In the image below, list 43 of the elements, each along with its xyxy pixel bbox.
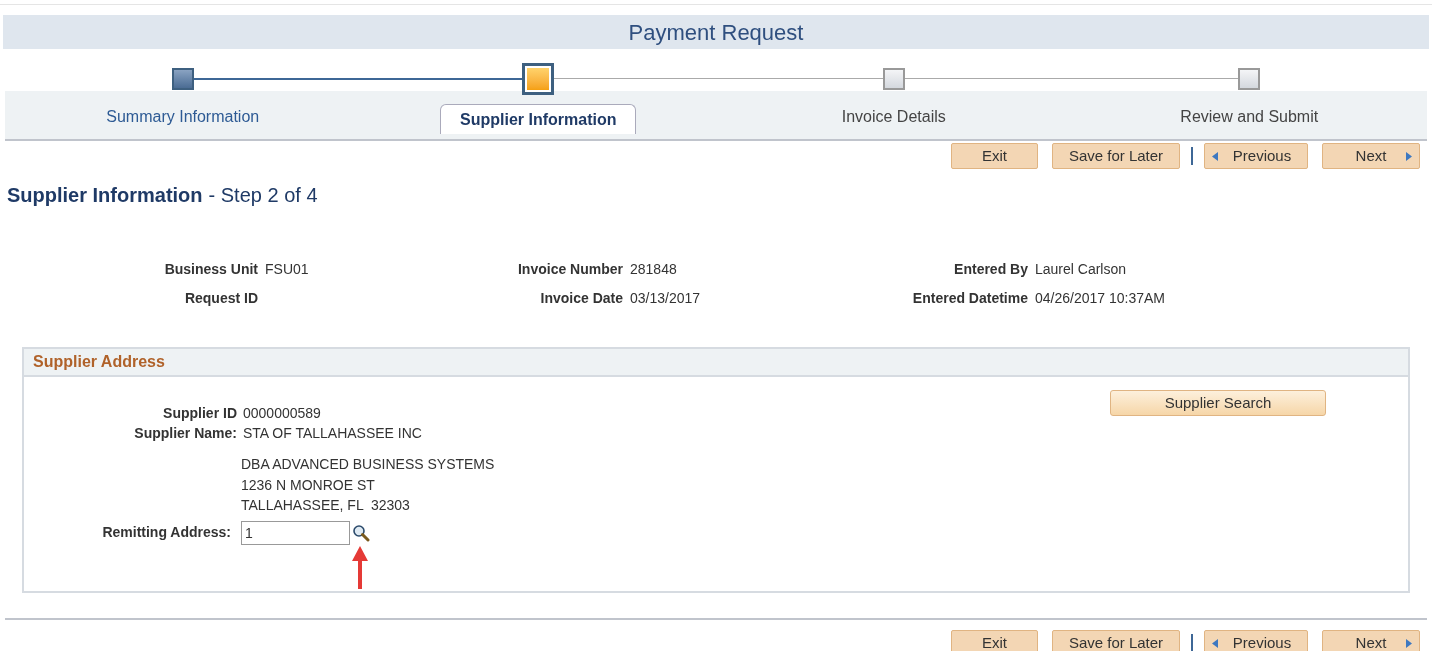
previous-button[interactable]: Previous (1204, 630, 1308, 651)
action-button[interactable]: Save for Later (1052, 143, 1180, 169)
field-value: STA OF TALLAHASSEE INC (243, 424, 422, 443)
right-triangle-icon (1406, 152, 1412, 161)
field-value: Laurel Carlson (1035, 260, 1128, 279)
field-label: Remitting Address: (101, 523, 231, 542)
page-title: Payment Request (3, 15, 1429, 49)
step-counter: - Step 2 of 4 (208, 183, 318, 208)
field-label: Invoice Number (516, 260, 623, 279)
field-value: FSU01 (265, 260, 310, 279)
remitting-address-field[interactable]: 1 (241, 520, 350, 545)
step-tab[interactable]: Invoice Details (831, 102, 956, 132)
field-label: Request ID (183, 289, 258, 308)
field-label: Business Unit (163, 260, 258, 279)
next-button[interactable]: Next (1322, 630, 1420, 651)
step-tab[interactable]: Review and Submit (1170, 102, 1329, 132)
step-tab[interactable]: Summary Information (96, 102, 270, 132)
field-label: Invoice Date (539, 289, 623, 308)
field-label: Supplier Name: (133, 424, 237, 443)
left-triangle-icon (1212, 152, 1218, 161)
field-value: 0000000589 (243, 404, 322, 423)
step-tab[interactable]: Supplier Information (440, 104, 637, 134)
right-triangle-icon (1406, 639, 1412, 648)
action-button[interactable]: Exit (951, 143, 1038, 169)
address-line: DBA ADVANCED BUSINESS SYSTEMS (241, 455, 496, 474)
action-button[interactable]: Save for Later (1052, 630, 1180, 651)
annotation-arrow (352, 545, 368, 589)
address-line: TALLAHASSEE, FL 32303 (241, 496, 411, 515)
section-heading: Supplier Information (7, 183, 203, 208)
left-triangle-icon (1212, 639, 1218, 648)
field-label: Entered By (953, 260, 1028, 279)
supplier-search-button[interactable]: Supplier Search (1110, 390, 1326, 416)
address-line: 1236 N MONROE ST (241, 475, 376, 495)
field-value: 03/13/2017 (630, 289, 702, 308)
field-label: Entered Datetime (911, 289, 1028, 308)
next-button[interactable]: Next (1322, 143, 1420, 169)
search-icon[interactable] (352, 523, 370, 542)
action-button[interactable]: Exit (951, 630, 1038, 651)
field-value: 04/26/2017 10:37AM (1035, 289, 1166, 308)
group-title: Supplier Address (33, 352, 165, 372)
field-label: Supplier ID (162, 404, 237, 423)
field-value: 281848 (630, 260, 678, 279)
previous-button[interactable]: Previous (1204, 143, 1308, 169)
